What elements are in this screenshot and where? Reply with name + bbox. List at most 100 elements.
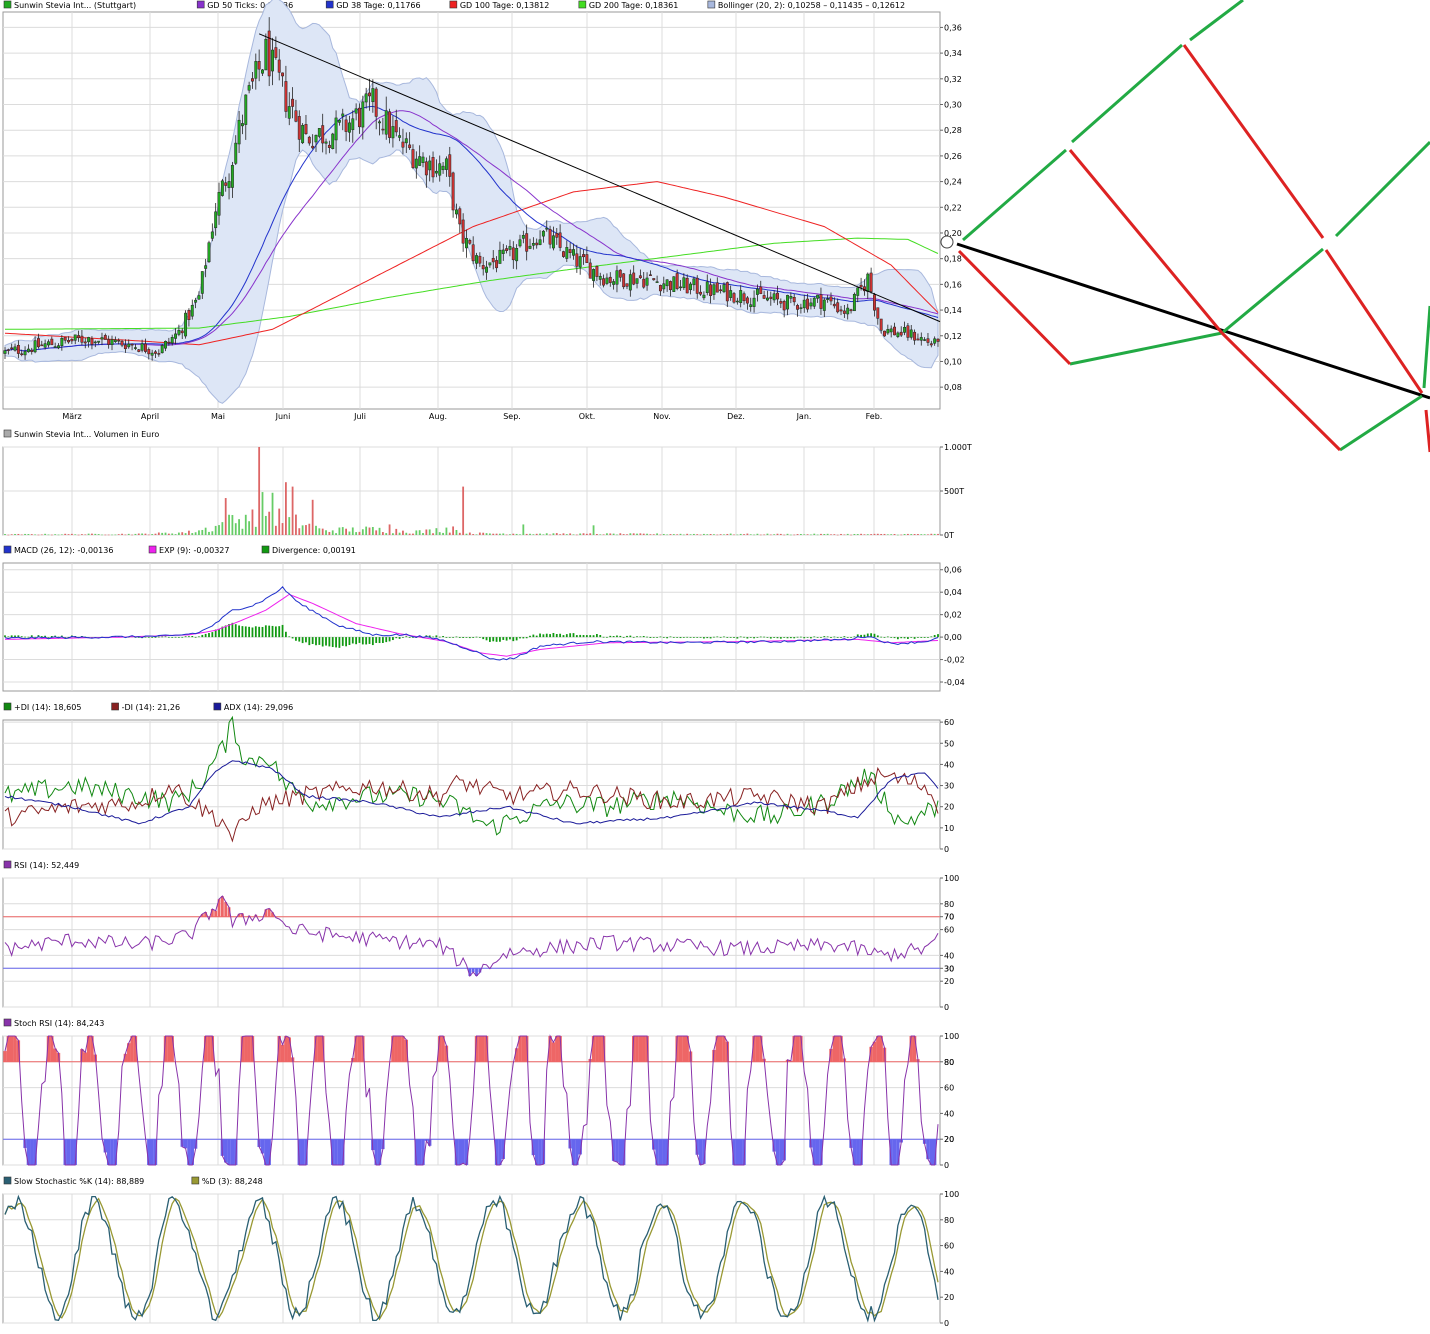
candle-body (889, 328, 893, 333)
volume-bar (723, 534, 725, 535)
candle-body (873, 294, 876, 311)
divergence-bar (385, 637, 388, 643)
dmi-legend-label: -DI (14): 21,26 (122, 703, 181, 712)
candle-body (63, 336, 67, 341)
stoch-legend-swatch (191, 1176, 200, 1185)
price-tick-label: 0,18 (944, 255, 962, 264)
volume-bar (101, 534, 103, 536)
rsi-panel: RSI (14): 52,44910080706040302007030 (2, 860, 959, 1012)
candle-body (919, 337, 923, 341)
volume-bar (395, 528, 398, 535)
dmi-tick-label: 0 (944, 845, 949, 854)
volume-bar (415, 530, 418, 535)
volume-bar (619, 533, 622, 535)
divergence-bar (589, 635, 592, 638)
divergence-bar (40, 636, 43, 638)
exp-line (4, 593, 939, 657)
candle-body (796, 305, 799, 310)
stochrsi-oversold-fill (110, 1139, 114, 1165)
divergence-bar (331, 637, 334, 648)
volume-bar (495, 533, 498, 535)
price-legend-label: GD 200 Tage: 0,18361 (589, 1, 679, 10)
candle-body (20, 353, 24, 355)
divergence-bar (880, 636, 883, 638)
divergence-bar (395, 637, 398, 639)
stochrsi-overbought-fill (247, 1036, 251, 1062)
candle-body (933, 338, 937, 344)
volume-bar (14, 533, 16, 535)
divergence-bar (555, 634, 558, 638)
candle-body (501, 249, 505, 254)
candle-body (368, 92, 371, 97)
candle-body (852, 293, 856, 312)
volume-bar (866, 534, 869, 535)
volume-bar (335, 533, 337, 535)
stochrsi-overbought-fill (638, 1036, 643, 1062)
volume-bar (733, 534, 735, 536)
volume-bar (378, 527, 381, 535)
candle-body (568, 249, 572, 253)
divergence-bar (562, 635, 565, 638)
divergence-bar (863, 634, 866, 638)
divergence-bar (917, 637, 919, 638)
divergence-bar (522, 637, 525, 639)
volume-bar (886, 534, 889, 535)
volume-bar (652, 534, 655, 535)
volume-bar (465, 533, 468, 535)
divergence-bar (659, 636, 662, 638)
divergence-bar (264, 625, 267, 638)
divergence-bar (305, 637, 307, 643)
chart-panels: Sunwin Stevia Int... (Stuttgart) GD 50 Ti… (2, 0, 972, 1328)
divergence-bar (749, 637, 752, 638)
divergence-bar (559, 633, 562, 638)
dmi-legend-label: ADX (14): 29,096 (224, 703, 293, 712)
bollinger-band (4, 0, 939, 404)
volume-bar (549, 534, 551, 536)
candle-body (217, 192, 221, 216)
volume-bar (398, 532, 401, 535)
divergence-bar (703, 637, 705, 639)
volume-bar (873, 533, 876, 535)
candle-body (314, 134, 318, 143)
fan-red-seg (1182, 44, 1325, 239)
candle-body (916, 338, 920, 341)
divergence-bar (893, 637, 896, 639)
volume-bar (789, 534, 792, 536)
volume-bar (753, 534, 755, 536)
divergence-bar (585, 635, 588, 638)
divergence-bar (261, 626, 264, 638)
volume-bar (682, 534, 685, 536)
volume-bar (512, 533, 515, 535)
macd-legend-label: Divergence: 0,00191 (272, 546, 356, 555)
candle-body (237, 119, 241, 145)
volume-bar (241, 528, 244, 535)
divergence-bar (188, 636, 190, 638)
divergence-bar (174, 636, 177, 638)
volume-bar (435, 528, 438, 535)
candle-body (742, 293, 746, 302)
candle-body (451, 172, 455, 211)
divergence-bar (632, 636, 635, 638)
candle-body (585, 254, 589, 263)
divergence-bar (743, 636, 745, 638)
volume-bar (231, 515, 234, 535)
divergence-bar (599, 635, 602, 638)
volume-bar (201, 529, 204, 535)
volume-bar (298, 528, 301, 535)
candle-body (719, 289, 723, 292)
stochrsi-oversold-fill (461, 1139, 465, 1164)
divergence-bar (789, 637, 792, 639)
volume-bar (445, 527, 448, 535)
candle-body (622, 273, 626, 288)
divergence-bar (238, 625, 240, 638)
candle-body (759, 286, 763, 294)
divergence-bar (375, 637, 378, 643)
volume-bar (455, 529, 458, 535)
volume-bar (910, 534, 913, 535)
stochrsi-overbought-fill (872, 1041, 877, 1062)
volume-bar (569, 533, 572, 535)
divergence-bar (285, 631, 287, 638)
stochrsi-overbought-fill (642, 1036, 646, 1062)
month-label: März (62, 412, 81, 421)
candle-body (929, 343, 933, 346)
